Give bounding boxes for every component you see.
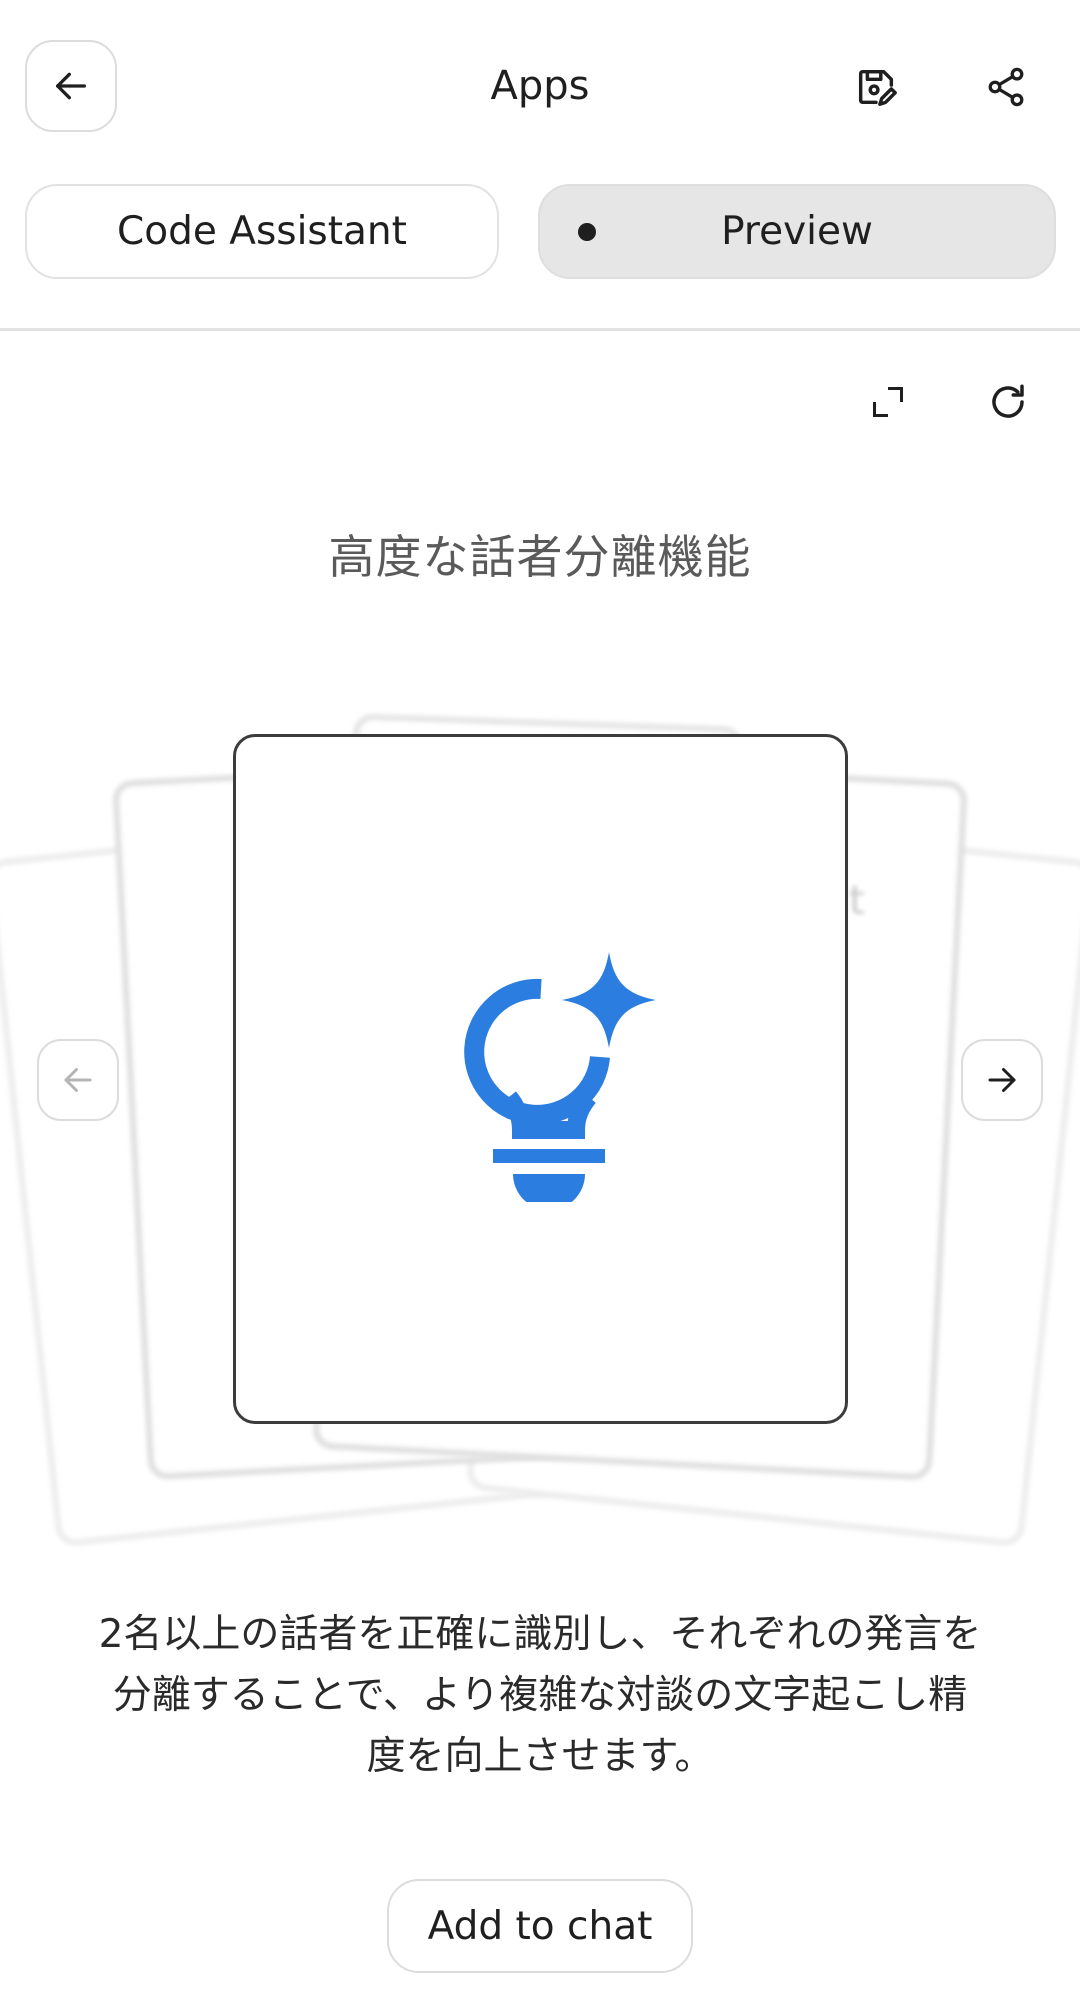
refresh-button[interactable] [983, 377, 1033, 427]
expand-button[interactable] [863, 377, 913, 427]
card-carousel: lt [0, 680, 1080, 1548]
save-edit-button[interactable] [849, 60, 903, 114]
share-icon [988, 67, 1024, 107]
tab-code-assistant[interactable]: Code Assistant [25, 184, 499, 279]
feature-card[interactable] [233, 734, 848, 1424]
divider [0, 328, 1080, 331]
description-line: 分離することで、より複雑な対談の文字起こし精 [112, 1673, 968, 1718]
description-line: 2名以上の話者を正確に識別し、それぞれの発言を [98, 1612, 982, 1657]
share-button[interactable] [979, 60, 1033, 114]
add-to-chat-button[interactable]: Add to chat [387, 1879, 693, 1973]
arrow-left-icon [64, 1068, 92, 1092]
tab-preview[interactable]: Preview [538, 184, 1056, 279]
active-tab-dot [578, 223, 596, 241]
save-edit-icon [858, 69, 897, 106]
page-title: Apps [490, 63, 590, 109]
lightbulb-sparkle-icon [464, 952, 656, 1202]
arrow-right-icon [988, 1068, 1016, 1092]
next-button[interactable] [961, 1039, 1043, 1121]
refresh-icon [992, 384, 1024, 418]
description-line: 度を向上させます。 [366, 1734, 714, 1779]
feature-title: 高度な話者分離機能 [328, 530, 752, 584]
expand-icon [873, 387, 903, 417]
previous-button[interactable] [37, 1039, 119, 1121]
feature-description: 2名以上の話者を正確に識別し、それぞれの発言を 分離することで、より複雑な対談の… [50, 1604, 1030, 1787]
